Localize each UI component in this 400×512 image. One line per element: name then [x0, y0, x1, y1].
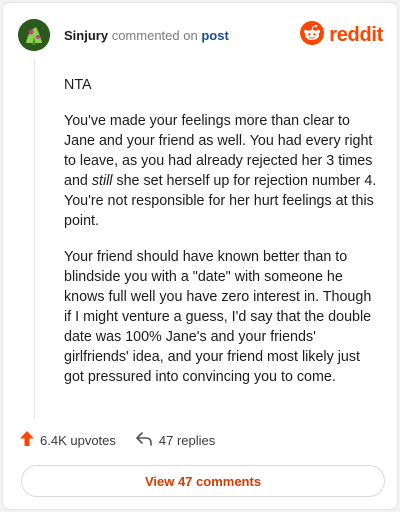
reply-arrow-icon [136, 431, 152, 449]
upvote-button[interactable]: 6.4K upvotes [20, 431, 116, 449]
comment-body: NTA You've made your feelings more than … [64, 75, 382, 403]
comment-action-text: commented on [111, 27, 198, 43]
user-avatar[interactable] [18, 19, 50, 51]
reddit-wordmark: reddit [329, 23, 383, 46]
upvote-arrow-icon [20, 431, 34, 449]
comment-paragraph: NTA [64, 77, 92, 93]
comment-card: Sinjury commented on post reddit NTA You… [2, 2, 398, 510]
comment-actions: 6.4K upvotes 47 replies [20, 431, 215, 449]
post-link[interactable]: post [201, 28, 228, 43]
upvote-count: 6.4K upvotes [40, 432, 116, 448]
comment-paragraph: You've made your feelings more than clea… [64, 111, 382, 231]
username[interactable]: Sinjury [64, 28, 108, 43]
comment-header: Sinjury commented on post reddit [18, 17, 383, 53]
comment-paragraph: Your friend should have known better tha… [64, 249, 372, 385]
replies-count: 47 replies [158, 432, 216, 448]
comment-emphasis: still [91, 173, 113, 189]
reddit-alien-icon [300, 20, 325, 50]
comment-meta: Sinjury commented on post [64, 28, 229, 43]
view-comments-button[interactable]: View 47 comments [21, 465, 385, 497]
replies-button[interactable]: 47 replies [136, 431, 216, 449]
reddit-logo[interactable]: reddit [300, 20, 383, 50]
thread-line[interactable] [34, 59, 35, 419]
